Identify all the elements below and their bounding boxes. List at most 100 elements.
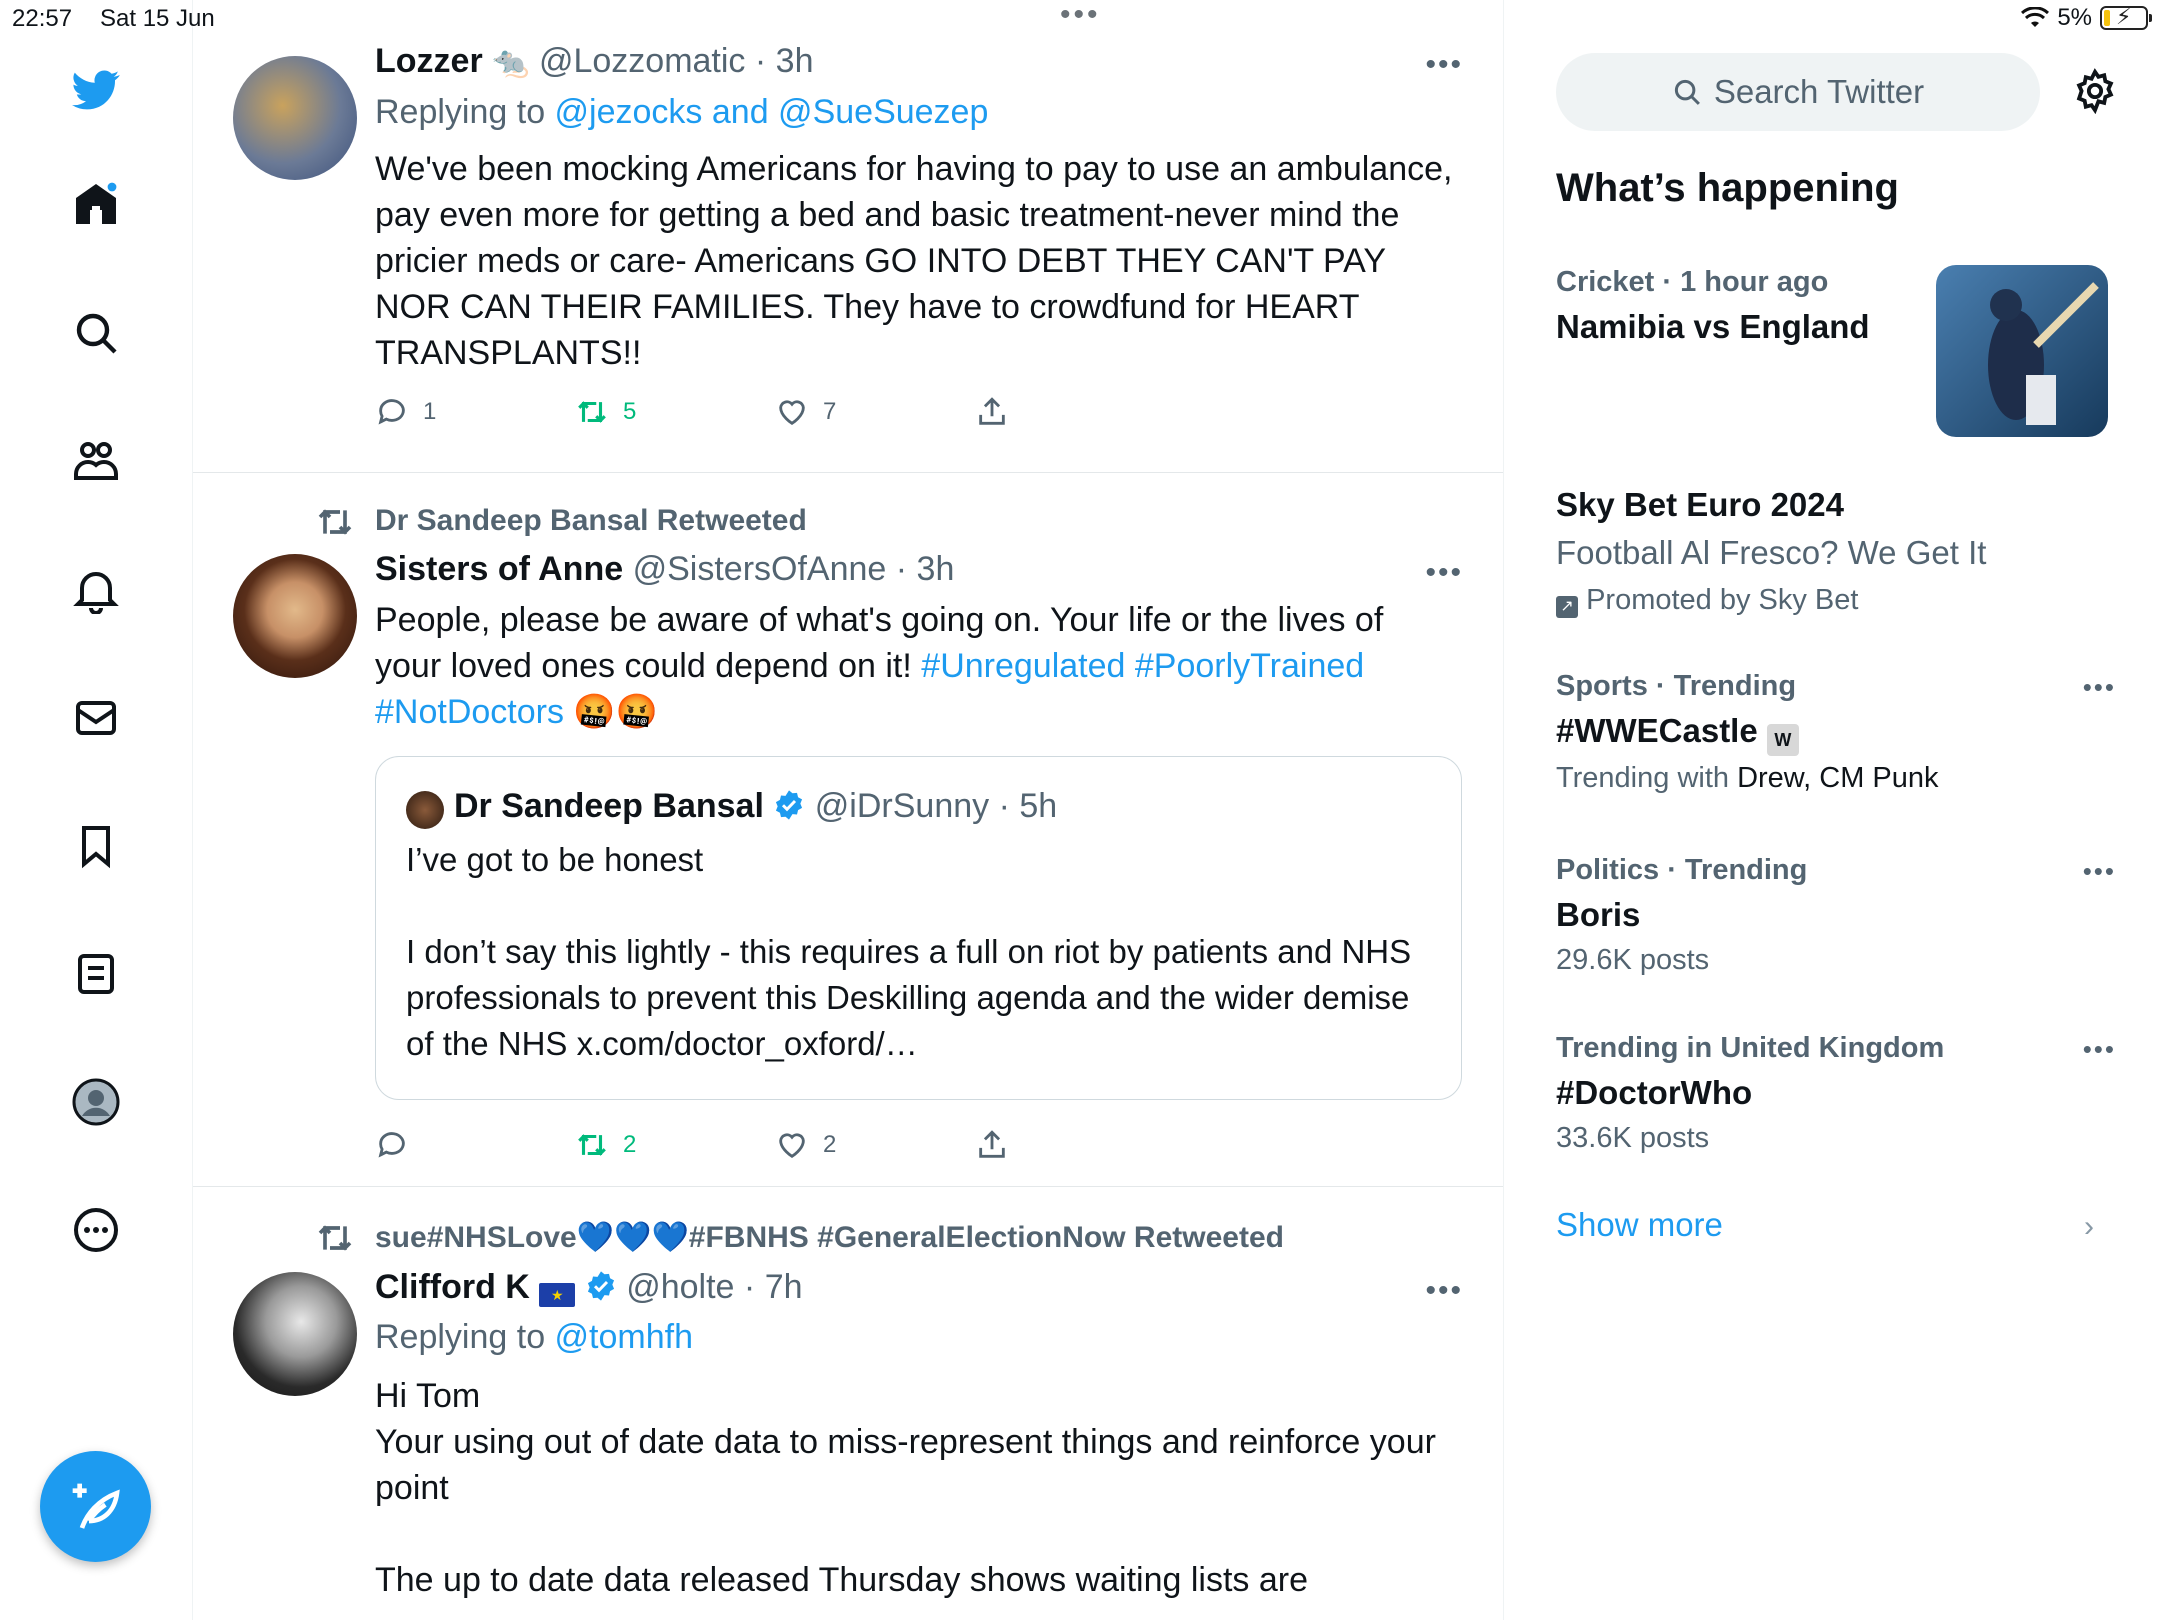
left-navigation [0,0,193,1620]
avatar[interactable] [233,56,357,180]
tweet-time: · 7h [743,1268,803,1306]
replying-to-link[interactable]: @jezocks and @SueSuezep [555,93,989,131]
bookmarks-icon[interactable] [68,818,124,874]
lists-icon[interactable] [68,946,124,1002]
angry-face-emoji-icon: 🤬 [573,693,616,731]
show-more-link[interactable]: Show more [1556,1206,1723,1244]
replying-to-link[interactable]: @tomhfh [555,1318,693,1356]
messages-envelope-icon[interactable] [68,690,124,746]
search-twitter-input[interactable]: Search Twitter [1556,53,2040,131]
tweet-more-icon[interactable]: ••• [1425,48,1463,82]
status-bar: 22:57 Sat 15 Jun ••• 5% ⚡ [0,0,2160,38]
home-icon[interactable] [68,176,124,232]
angry-face-emoji-icon: 🤬 [615,693,659,731]
like-button[interactable]: 2 [775,1128,836,1162]
whats-happening-heading: What’s happening [1556,166,1899,210]
reply-button[interactable]: 1 [375,395,436,429]
share-button[interactable] [975,395,1009,429]
author-name[interactable]: Sisters of Anne [375,550,623,588]
tweet-text: We've been mocking Americans for having … [375,150,1453,372]
trend-context: Trending with Drew, CM Punk [1556,762,1939,794]
retweet-button[interactable]: 5 [575,395,636,429]
tweet-time: · 3h [895,550,955,588]
promoted-trend[interactable]: Sky Bet Euro 2024 Football Al Fresco? We… [1556,482,2116,622]
trend-description: Football Al Fresco? We Get It [1556,534,1987,571]
tweet-text: People, please be aware of what's going … [375,601,1384,731]
replying-to: Replying to @jezocks and @SueSuezep [375,93,989,131]
trend-meta: Sports · Trending [1556,670,1797,702]
author-name[interactable]: Lozzer [375,42,483,80]
hashtag-link[interactable]: #PoorlyTrained [1135,647,1364,685]
notifications-bell-icon[interactable] [68,562,124,618]
author-handle[interactable]: @Lozzomatic [539,42,745,80]
hashtag-link[interactable]: #NotDoctors [375,693,564,731]
tweet-more-icon[interactable]: ••• [1425,556,1463,590]
trend-more-icon[interactable]: ••• [2083,856,2116,887]
tweet-time: · 3h [754,42,814,80]
search-placeholder: Search Twitter [1713,73,1925,110]
trend-more-icon[interactable]: ••• [2083,1034,2116,1065]
profile-avatar-icon[interactable] [68,1074,124,1130]
author-handle[interactable]: @holte [626,1268,734,1306]
quoted-tweet[interactable]: Dr Sandeep Bansal @iDrSunny · 5h I’ve go… [375,756,1462,1100]
reply-button[interactable] [375,1128,423,1162]
tweet-actions: 1 5 7 [375,395,1075,435]
verified-badge-icon [587,1271,614,1301]
share-button[interactable] [975,1128,1009,1162]
eu-flag-icon: ★ [539,1283,576,1307]
heart-icon [779,1133,805,1159]
right-sidebar: Search Twitter What’s happening Cricket … [1504,0,2160,1620]
trend-item[interactable]: Sports · Trending #WWECastle W Trending … [1556,664,2116,800]
wwe-emoji-icon: W [1766,724,1799,756]
tweet-lozzer[interactable]: Lozzer 🐀 @Lozzomatic · 3h ••• Replying t… [193,0,1503,473]
like-button[interactable]: 7 [775,395,836,429]
trend-title: #WWECastle [1556,712,1758,749]
tweet-sisters-of-anne[interactable]: Dr Sandeep Bansal Retweeted Sisters of A… [193,472,1503,1187]
timeline: Lozzer 🐀 @Lozzomatic · 3h ••• Replying t… [193,0,1504,1620]
hashtag-link[interactable]: #Unregulated [921,647,1125,685]
feather-plus-icon [72,1483,120,1529]
reply-icon [378,399,405,425]
quote-author-handle: @iDrSunny [814,787,990,825]
author-name[interactable]: Clifford K [375,1268,530,1306]
avatar[interactable] [233,1272,357,1396]
more-options-icon[interactable] [68,1202,124,1258]
heart-icon [779,400,805,426]
trend-item[interactable]: Politics · Trending Boris 29.6K posts ••… [1556,848,2116,982]
retweet-count: 2 [623,1131,637,1158]
retweet-button[interactable]: 2 [575,1128,636,1162]
trend-meta: Politics · Trending [1556,854,1808,886]
trend-meta: Trending in United Kingdom [1556,1032,1945,1064]
avatar[interactable] [233,554,357,678]
tweet-clifford-k[interactable]: sue#NHSLove💙💙💙#FBNHS #GeneralElectionNow… [193,1188,1503,1620]
clock: 22:57 [12,5,73,32]
trend-post-count: 29.6K posts [1556,944,1710,976]
tweet-more-icon[interactable]: ••• [1425,1274,1463,1308]
retweet-icon [578,401,606,423]
reply-icon [378,1132,405,1158]
quote-text-line: I’ve got to be honest [406,841,704,878]
author-handle[interactable]: @SistersOfAnne [633,550,887,588]
date: Sat 15 Jun [100,5,215,32]
trend-post-count: 33.6K posts [1556,1122,1710,1154]
trend-title: #DoctorWho [1556,1074,1753,1111]
quote-text-line: I don’t say this lightly - this requires… [406,933,1412,1062]
compose-tweet-button[interactable] [40,1451,151,1562]
communities-icon[interactable] [68,434,124,490]
like-count: 2 [823,1131,837,1158]
twitter-logo-icon[interactable] [68,62,124,118]
search-icon [1674,79,1700,105]
retweeted-icon [318,509,352,535]
retweeted-by-label[interactable]: Dr Sandeep Bansal Retweeted [375,504,807,538]
retweeted-by-label[interactable]: sue#NHSLove💙💙💙#FBNHS #GeneralElectionNow… [375,1220,1284,1255]
settings-gear-icon[interactable] [2072,68,2118,114]
battery-percent: 5% [2057,4,2092,31]
chevron-right-icon[interactable]: › [2084,1210,2094,1244]
promoted-label: Promoted by Sky Bet [1586,584,1859,616]
trend-item[interactable]: Trending in United Kingdom #DoctorWho 33… [1556,1026,2116,1160]
trend-title: Sky Bet Euro 2024 [1556,486,1844,523]
search-icon[interactable] [68,305,124,361]
trend-more-icon[interactable]: ••• [2083,672,2116,703]
multitasking-dots-icon[interactable]: ••• [1060,0,1101,32]
cricket-thumbnail[interactable] [1936,265,2108,437]
